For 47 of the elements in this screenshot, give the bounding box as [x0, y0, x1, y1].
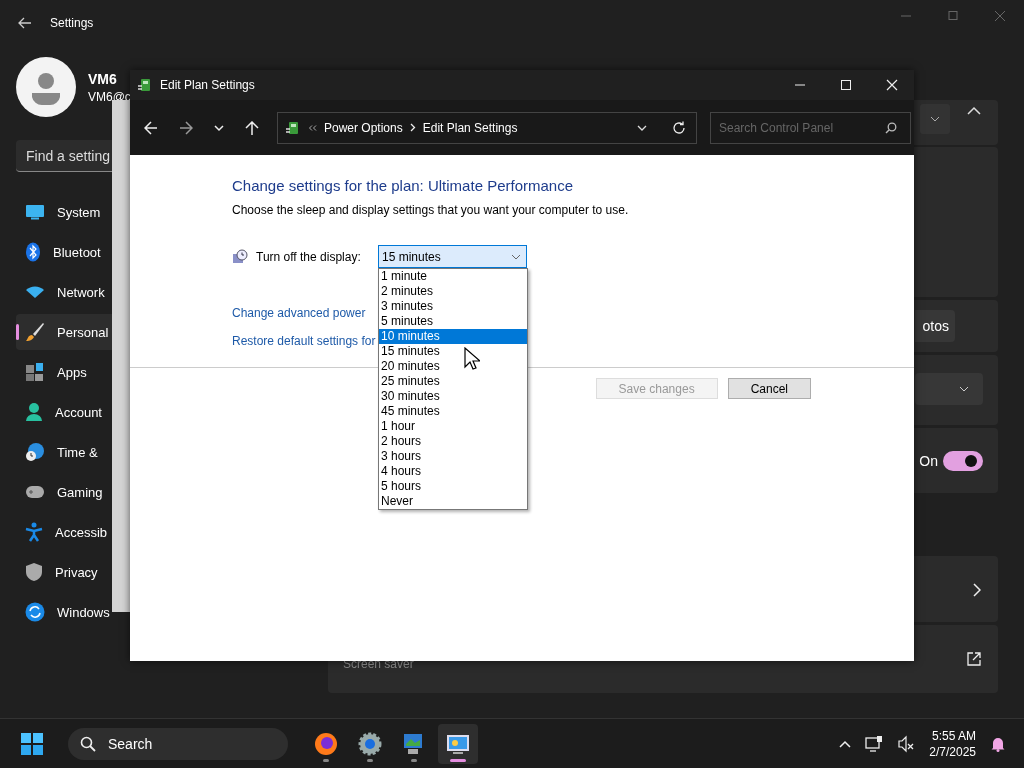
dropdown-option[interactable]: 45 minutes	[379, 404, 527, 419]
nav-item[interactable]: Network	[16, 274, 112, 310]
search-field[interactable]: Search Control Panel	[710, 111, 911, 144]
nav-item[interactable]: Personal	[16, 314, 112, 350]
nav-item[interactable]: Privacy	[16, 554, 112, 590]
title-bar: Edit Plan Settings	[130, 70, 914, 100]
nav-item[interactable]: Windows	[16, 594, 112, 630]
dropdown-option[interactable]: 4 hours	[379, 464, 527, 479]
dropdown-option[interactable]: 15 minutes	[379, 344, 527, 359]
search-field[interactable]: Find a setting	[16, 140, 112, 172]
user-name: VM6	[88, 70, 118, 87]
dropdown-option[interactable]: 25 minutes	[379, 374, 527, 389]
clock-date[interactable]: 2/7/2025	[929, 744, 976, 759]
link[interactable]: Restore default settings for	[232, 334, 376, 348]
toggle-label: On	[919, 453, 938, 469]
setting-label: Turn off the display:	[256, 249, 362, 264]
page-heading: Change settings for the plan: Ultimate Performance	[232, 177, 574, 194]
search-field[interactable]: Search	[68, 727, 288, 760]
dropdown-option[interactable]: 2 hours	[379, 434, 527, 449]
dropdown-option[interactable]: 3 minutes	[379, 299, 527, 314]
dropdown-option[interactable]: 30 minutes	[379, 389, 527, 404]
dropdown-option[interactable]: Never	[379, 494, 527, 509]
clock-time[interactable]: 5:55 AM	[931, 728, 976, 743]
link[interactable]: Change advanced power	[232, 306, 366, 320]
display-timeout-dropdown[interactable]: 15 minutes	[378, 245, 527, 268]
nav-item[interactable]: Time &	[16, 434, 112, 470]
browse-button[interactable]: otos	[915, 310, 955, 342]
dropdown-option[interactable]: 3 hours	[379, 449, 527, 464]
nav-item[interactable]: Bluetoot	[16, 234, 112, 270]
dropdown-option[interactable]: 1 minute	[379, 269, 527, 284]
breadcrumb[interactable]: Edit Plan Settings	[422, 120, 518, 135]
address-bar[interactable]: Power Options Edit Plan Settings	[277, 111, 697, 144]
nav-item[interactable]: Account	[16, 394, 112, 430]
breadcrumb[interactable]: Power Options	[324, 120, 403, 135]
dropdown-option[interactable]: 2 minutes	[379, 284, 527, 299]
window-title: Settings	[50, 16, 94, 30]
nav-item[interactable]: Apps	[16, 354, 112, 390]
dropdown-option[interactable]: 5 hours	[379, 479, 527, 494]
nav-item[interactable]: System	[16, 194, 112, 230]
description: Choose the sleep and display settings that you want your computer to use.	[232, 203, 630, 217]
dropdown-option[interactable]: 10 minutes	[379, 329, 527, 344]
dropdown-option[interactable]: 1 hour	[379, 419, 527, 434]
dropdown-option[interactable]: 20 minutes	[379, 359, 527, 374]
nav-item[interactable]: Gaming	[16, 474, 112, 510]
nav-item[interactable]: Accessib	[16, 514, 112, 550]
dropdown-option[interactable]: 5 minutes	[379, 314, 527, 329]
cancel-button[interactable]: Cancel	[727, 378, 811, 399]
